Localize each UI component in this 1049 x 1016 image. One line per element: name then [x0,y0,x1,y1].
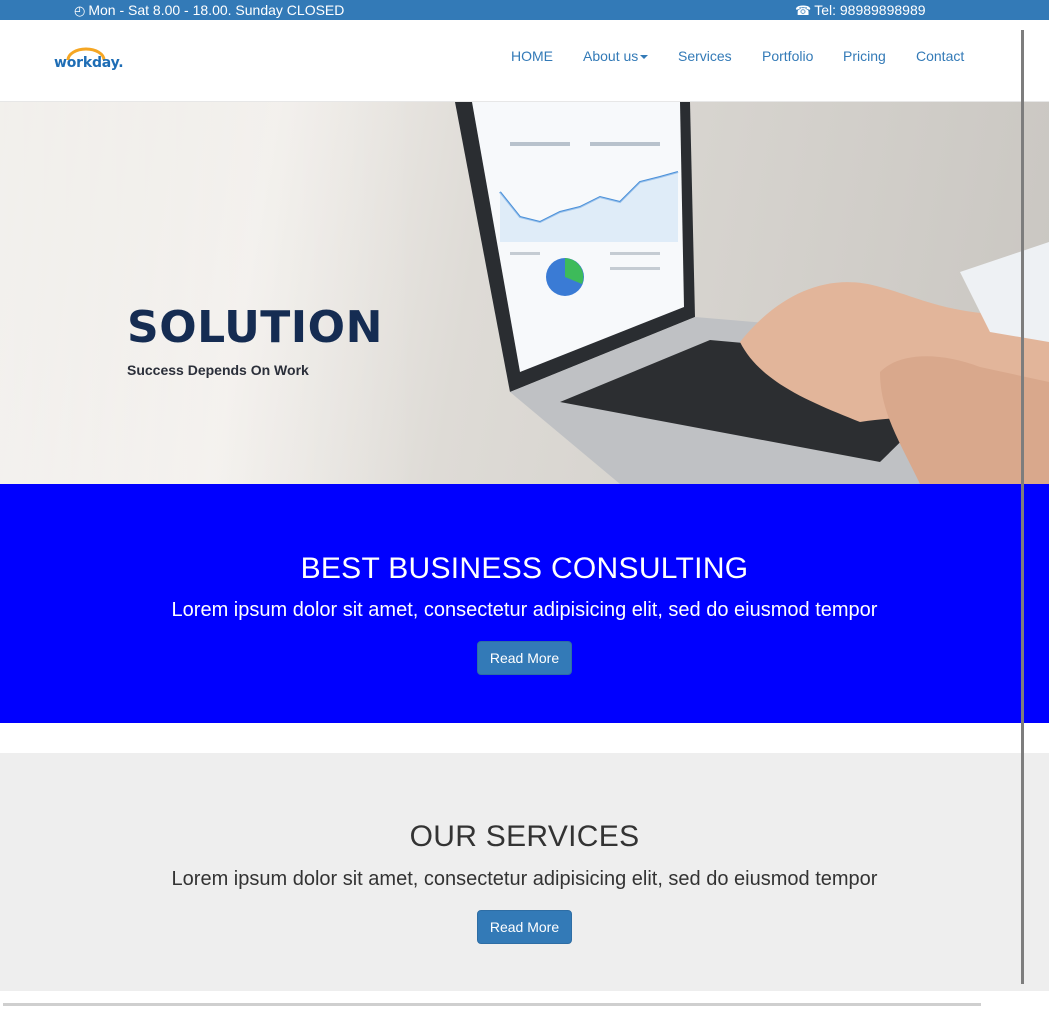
main-nav: HOME About us Services Portfolio Pricing… [0,48,1049,68]
services-read-more-button[interactable]: Read More [477,910,572,944]
top-info-bar: ◴ Mon - Sat 8.00 - 18.00. Sunday CLOSED ☎… [0,0,1049,20]
hero-title: SOLUTION [127,302,383,353]
phone-number[interactable]: Tel: 98989898989 [814,2,925,18]
consulting-section: BEST BUSINESS CONSULTING Lorem ipsum dol… [0,484,1049,723]
nav-services[interactable]: Services [678,48,732,64]
consulting-title: BEST BUSINESS CONSULTING [300,552,749,585]
phone-contact[interactable]: ☎ Tel: 98989898989 [795,2,926,19]
page-divider [3,1003,981,1006]
business-hours: ◴ Mon - Sat 8.00 - 18.00. Sunday CLOSED [74,2,344,19]
consulting-text: Lorem ipsum dolor sit amet, consectetur … [171,599,878,621]
nav-pricing[interactable]: Pricing [843,48,886,64]
services-section: OUR SERVICES Lorem ipsum dolor sit amet,… [0,753,1049,991]
laptop-image [455,102,1049,484]
hero-banner: SOLUTION Success Depends On Work [0,102,1049,484]
nav-about-us[interactable]: About us [583,48,649,64]
clock-icon: ◴ [74,4,86,19]
nav-contact[interactable]: Contact [916,48,964,64]
hero-haze [0,102,420,484]
nav-about-us-label: About us [583,48,639,64]
services-text: Lorem ipsum dolor sit amet, consectetur … [171,868,878,890]
consulting-read-more-button[interactable]: Read More [477,641,572,675]
navbar: workday. HOME About us Services Portfoli… [0,20,1049,102]
nav-home[interactable]: HOME [511,48,553,64]
phone-icon: ☎ [795,4,812,19]
caret-down-icon [640,55,649,60]
scrollbar[interactable] [1021,30,1024,984]
nav-portfolio[interactable]: Portfolio [762,48,813,64]
services-title: OUR SERVICES [409,820,640,853]
business-hours-text: Mon - Sat 8.00 - 18.00. Sunday CLOSED [88,2,345,18]
hero-subtitle: Success Depends On Work [127,362,309,378]
